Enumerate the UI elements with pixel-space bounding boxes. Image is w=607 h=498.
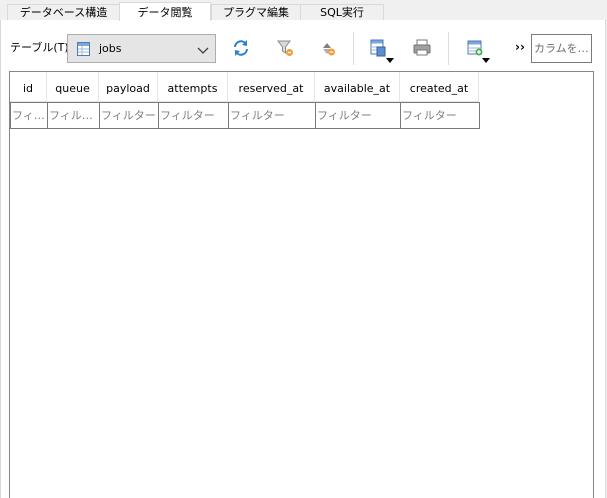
column-header-payload[interactable]: payload [99,72,158,101]
tab-bar: データベース構造 データ閲覧 プラグマ編集 SQL実行 [0,0,607,21]
table-select[interactable]: jobs [67,34,216,63]
column-header-available-at[interactable]: available_at [315,72,400,101]
filter-input-reserved-at[interactable] [228,102,316,129]
clear-filters-icon[interactable] [276,38,296,58]
save-results-icon[interactable] [368,38,394,63]
toolbar-separator [353,32,354,65]
column-header-id[interactable]: id [10,72,47,101]
column-header-attempts[interactable]: attempts [158,72,228,101]
table-select-value: jobs [99,42,122,55]
clear-sorting-icon[interactable] [319,38,339,58]
refresh-icon[interactable] [231,38,251,58]
data-grid[interactable]: id queue payload attempts reserved_at av… [9,71,594,498]
column-header-created-at[interactable]: created_at [400,72,479,101]
toolbar-separator [448,32,449,65]
tab-execute-sql[interactable]: SQL実行 [300,4,384,20]
tab-browse-data[interactable]: データ閲覧 [119,2,211,21]
tab-database-structure[interactable]: データベース構造 [7,4,120,20]
filter-input-id[interactable] [10,102,48,129]
filter-input-queue[interactable] [47,102,100,129]
filter-input-created-at[interactable] [400,102,480,129]
filter-input-available-at[interactable] [315,102,401,129]
print-icon[interactable] [412,38,432,58]
chevron-down-icon [197,45,209,58]
filter-input-payload[interactable] [99,102,159,129]
insert-record-icon[interactable] [466,38,490,63]
filter-input-attempts[interactable] [158,102,229,129]
column-header-reserved-at[interactable]: reserved_at [228,72,315,101]
toolbar-overflow-chevron[interactable]: ›› [515,40,525,54]
table-icon [77,42,91,59]
table-label: テーブル(T): [10,41,73,54]
tab-edit-pragmas[interactable]: プラグマ編集 [211,4,301,20]
column-search-input[interactable] [531,34,592,63]
column-header-queue[interactable]: queue [47,72,99,101]
